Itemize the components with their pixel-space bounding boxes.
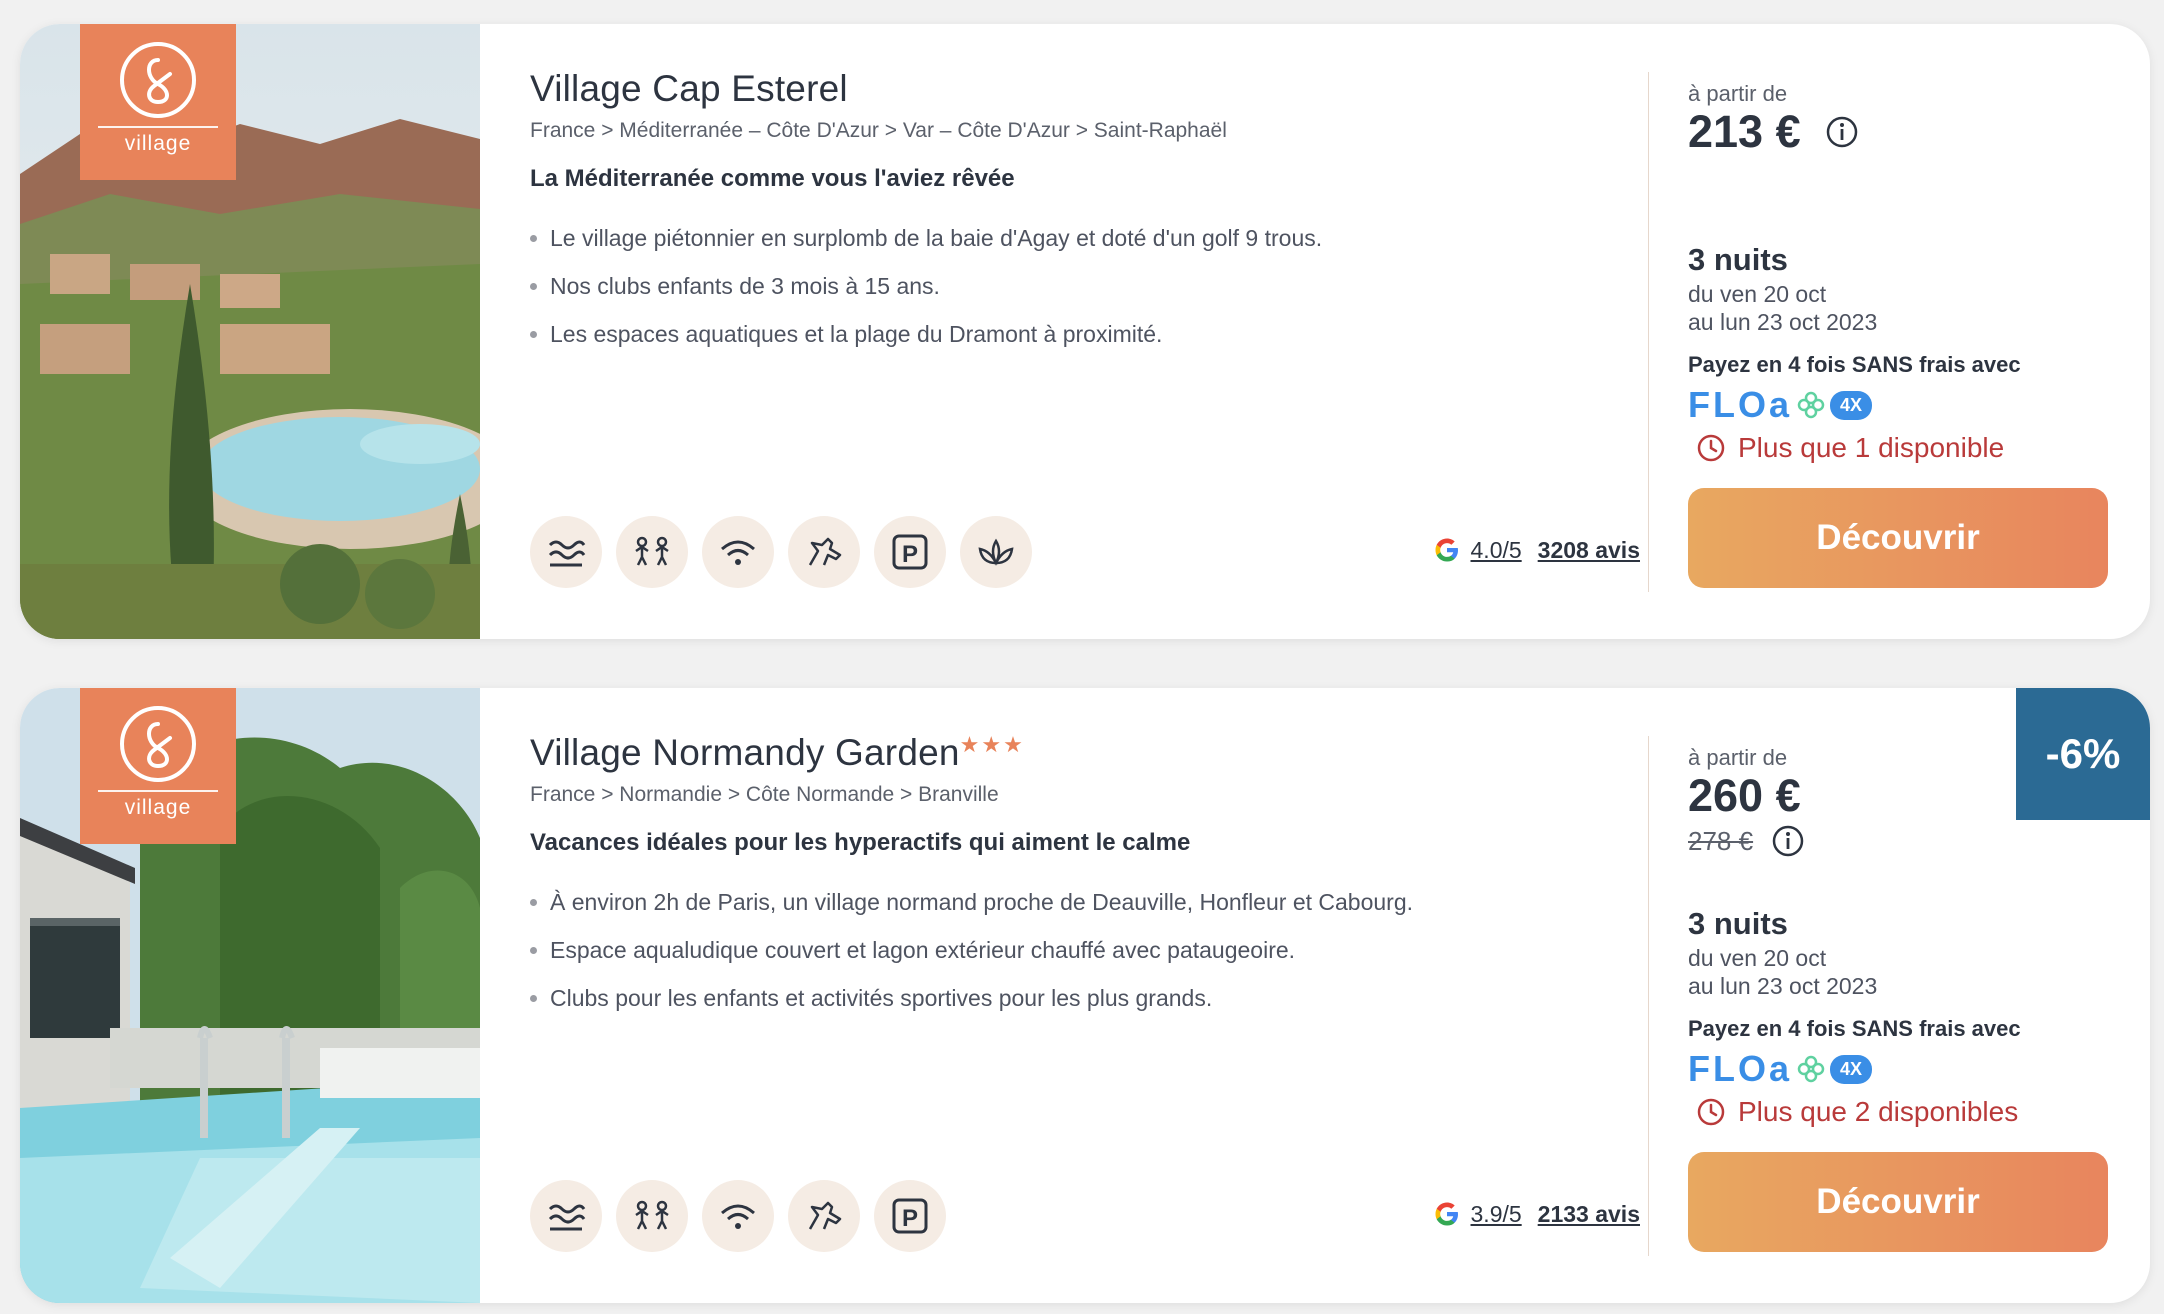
breadcrumb: France > Normandie > Côte Normande > Bra… xyxy=(530,783,999,806)
floa-wordmark: FLOa xyxy=(1688,384,1793,425)
village-badge: village xyxy=(80,688,236,844)
rating-score[interactable]: 4.0/5 xyxy=(1471,537,1522,564)
feature-item: Clubs pour les enfants et activités spor… xyxy=(530,974,1413,1022)
installment-label: Payez en 4 fois SANS frais avec xyxy=(1688,1016,2021,1041)
kids-club-icon xyxy=(616,516,688,588)
discount-badge: -6% xyxy=(2016,688,2150,820)
spa-lotus-icon xyxy=(960,516,1032,588)
wifi-icon xyxy=(702,1180,774,1252)
feature-list: À environ 2h de Paris, un village norman… xyxy=(530,878,1413,1022)
divider xyxy=(1648,72,1649,592)
info-icon[interactable] xyxy=(1825,115,1859,149)
feature-item: Espace aqualudique couvert et lagon exté… xyxy=(530,926,1413,974)
google-g-icon xyxy=(1435,538,1458,562)
old-price-row: 278 € xyxy=(1688,824,1805,858)
amenity-list: P xyxy=(530,516,1032,588)
tagline: Vacances idéales pour les hyperactifs qu… xyxy=(530,829,1191,856)
village-title[interactable]: Village Normandy Garden★★★ xyxy=(530,732,1025,774)
wifi-icon xyxy=(702,516,774,588)
stay-dates: du ven 20 oct au lun 23 oct 2023 xyxy=(1688,945,1878,999)
floa-wordmark: FLOa xyxy=(1688,1048,1793,1089)
feature-item: À environ 2h de Paris, un village norman… xyxy=(530,878,1413,926)
review-count[interactable]: 3208 avis xyxy=(1538,537,1640,564)
feature-item: Nos clubs enfants de 3 mois à 15 ans. xyxy=(530,262,1322,310)
installment-label: Payez en 4 fois SANS frais avec xyxy=(1688,352,2021,377)
feature-item: Le village piétonnier en surplomb de la … xyxy=(530,214,1322,262)
village-logo-icon xyxy=(120,42,196,118)
water-waves-icon xyxy=(530,516,602,588)
star-rating: ★★★ xyxy=(959,732,1025,757)
horse-riding-icon xyxy=(788,516,860,588)
badge-label: village xyxy=(98,126,218,156)
village-title[interactable]: Village Cap Esterel xyxy=(530,68,848,110)
parking-icon: P xyxy=(874,1180,946,1252)
floa-4x-tag: 4X xyxy=(1830,390,1873,420)
rating-score[interactable]: 3.9/5 xyxy=(1471,1201,1522,1228)
kids-club-icon xyxy=(616,1180,688,1252)
price: 260 € xyxy=(1688,770,1801,821)
horse-riding-icon xyxy=(788,1180,860,1252)
info-icon[interactable] xyxy=(1771,824,1805,858)
flower-icon xyxy=(1797,391,1825,419)
clock-icon xyxy=(1697,1098,1725,1126)
availability-notice: Plus que 2 disponibles xyxy=(1696,1096,2018,1128)
offer-card[interactable]: village Village Normandy Garden★★★ Franc… xyxy=(20,688,2150,1303)
svg-text:P: P xyxy=(902,1205,918,1232)
parking-icon: P xyxy=(874,516,946,588)
feature-list: Le village piétonnier en surplomb de la … xyxy=(530,214,1322,358)
resort-photo[interactable]: village xyxy=(20,24,480,639)
feature-item: Les espaces aquatiques et la plage du Dr… xyxy=(530,310,1322,358)
old-price: 278 € xyxy=(1688,825,1754,856)
from-label: à partir de xyxy=(1688,745,1788,770)
svg-text:P: P xyxy=(902,541,918,568)
divider xyxy=(1648,736,1649,1256)
floa-logo: FLOa 4X xyxy=(1688,1048,1873,1090)
badge-label: village xyxy=(98,790,218,820)
price: 213 € xyxy=(1688,106,1859,158)
tagline: La Méditerranée comme vous l'aviez rêvée xyxy=(530,165,1015,192)
google-rating[interactable]: 4.0/5 3208 avis xyxy=(1433,536,1640,564)
availability-notice: Plus que 1 disponible xyxy=(1696,432,2004,464)
offer-card[interactable]: village Village Cap Esterel France > Méd… xyxy=(20,24,2150,639)
review-count[interactable]: 2133 avis xyxy=(1538,1201,1640,1228)
nights-count: 3 nuits xyxy=(1688,906,1788,941)
clock-icon xyxy=(1697,434,1725,462)
discover-button[interactable]: Découvrir xyxy=(1688,1152,2108,1252)
price-panel: à partir de 213 € 3 nuits du ven 20 oct … xyxy=(1688,24,2108,639)
from-label: à partir de xyxy=(1688,81,1788,106)
discover-button[interactable]: Découvrir xyxy=(1688,488,2108,588)
amenity-list: P xyxy=(530,1180,946,1252)
resort-photo[interactable]: village xyxy=(20,688,480,1303)
village-badge: village xyxy=(80,24,236,180)
village-logo-icon xyxy=(120,706,196,782)
google-g-icon xyxy=(1435,1202,1458,1226)
nights-count: 3 nuits xyxy=(1688,242,1788,277)
flower-icon xyxy=(1797,1055,1825,1083)
floa-logo: FLOa 4X xyxy=(1688,384,1873,426)
google-rating[interactable]: 3.9/5 2133 avis xyxy=(1433,1200,1640,1228)
stay-dates: du ven 20 oct au lun 23 oct 2023 xyxy=(1688,281,1878,335)
breadcrumb: France > Méditerranée – Côte D'Azur > Va… xyxy=(530,119,1227,142)
floa-4x-tag: 4X xyxy=(1830,1054,1873,1084)
water-waves-icon xyxy=(530,1180,602,1252)
